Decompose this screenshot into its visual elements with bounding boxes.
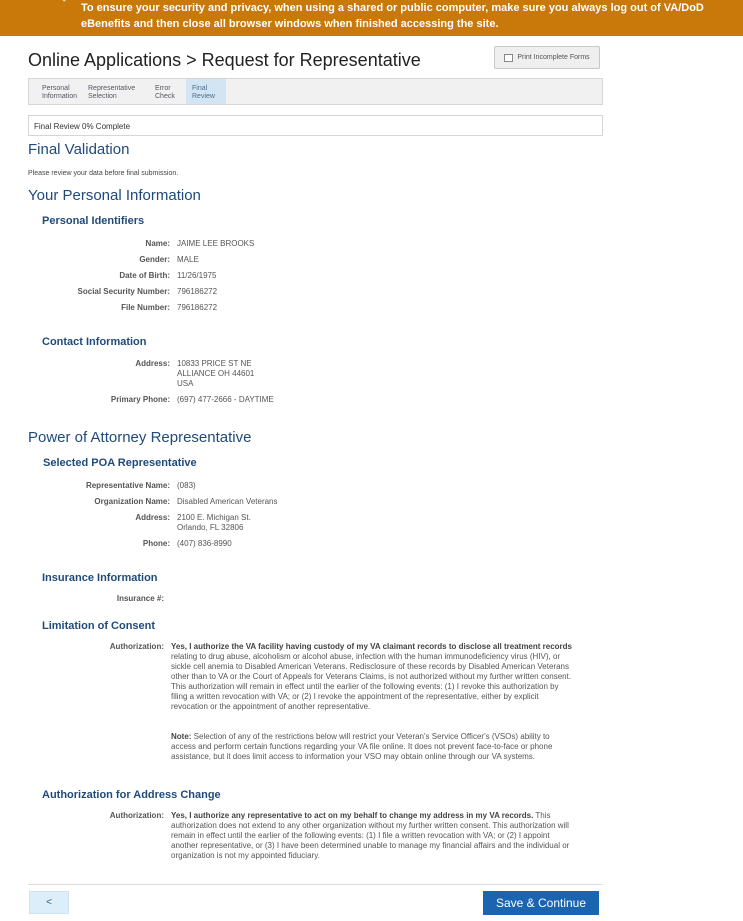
print-incomplete-forms-button[interactable]: Print Incomplete Forms (494, 46, 600, 69)
organization-name-value: Disabled American Veterans (177, 497, 278, 506)
footer-divider (28, 884, 603, 885)
organization-name-label: Organization Name: (94, 497, 170, 506)
warning-icon (62, 0, 66, 2)
contact-address-value: 10833 PRICE ST NE ALLIANCE OH 44601 USA (177, 359, 255, 388)
primary-phone-value: (697) 477-2666 - DAYTIME (177, 395, 274, 404)
file-number-label: File Number: (121, 303, 170, 312)
limitation-of-consent-heading: Limitation of Consent (42, 620, 156, 632)
poa-phone-value: (407) 836-8990 (177, 539, 232, 548)
dob-label: Date of Birth: (119, 271, 170, 280)
representative-name-value: (083) (177, 481, 196, 490)
consent-authorization-text: Yes, I authorize the VA facility having … (171, 642, 573, 712)
file-number-value: 796186272 (177, 303, 218, 312)
step-error-check[interactable]: Error Check (149, 79, 186, 104)
name-value: JAIME LEE BROOKS (177, 239, 255, 248)
contact-info-heading: Contact Information (42, 336, 147, 348)
note-text: Selection of any of the restrictions bel… (171, 732, 553, 761)
insurance-info-heading: Insurance Information (42, 572, 158, 584)
final-validation-heading: Final Validation (28, 141, 130, 158)
selected-poa-heading: Selected POA Representative (43, 457, 197, 469)
poa-heading: Power of Attorney Representative (28, 429, 252, 446)
note-label: Note: (171, 732, 192, 741)
poa-phone-label: Phone: (142, 539, 170, 548)
name-label: Name: (145, 239, 170, 248)
gender-label: Gender: (139, 255, 170, 264)
back-button[interactable]: < (29, 891, 69, 914)
dob-value: 11/26/1975 (177, 271, 217, 280)
address-change-heading: Authorization for Address Change (42, 789, 221, 801)
address-change-authorization-text: Yes, I authorize any representative to a… (171, 811, 573, 861)
print-button-label: Print Incomplete Forms (517, 54, 590, 61)
step-representative-selection[interactable]: Representative Selection (82, 79, 149, 104)
page-title: Online Applications > Request for Repres… (28, 50, 421, 70)
consent-note: Note: Selection of any of the restrictio… (171, 732, 573, 762)
security-banner: To ensure your security and privacy, whe… (0, 0, 743, 36)
step-tabs: Personal Information Representative Sele… (28, 78, 603, 105)
review-note: Please review your data before final sub… (28, 170, 179, 177)
primary-phone-label: Primary Phone: (110, 395, 170, 404)
poa-address-value: 2100 E. Michigan St. Orlando, FL 32806 (177, 513, 251, 532)
personal-identifiers-heading: Personal Identifiers (42, 215, 145, 227)
step-final-review[interactable]: Final Review (186, 79, 226, 104)
insurance-number-label: Insurance #: (116, 594, 164, 603)
consent-body-text: relating to drug abuse, alcoholism or al… (171, 652, 572, 711)
printer-icon (504, 53, 514, 62)
address-change-bold-text: Yes, I authorize any representative to a… (171, 811, 534, 820)
consent-authorization-label: Authorization: (109, 642, 164, 651)
save-and-continue-button[interactable]: Save & Continue (483, 891, 599, 915)
personal-info-heading: Your Personal Information (28, 187, 201, 204)
address-change-authorization-label: Authorization: (109, 811, 164, 820)
progress-status: Final Review 0% Complete (28, 115, 603, 136)
gender-value: MALE (177, 255, 199, 264)
representative-name-label: Representative Name: (85, 481, 170, 490)
banner-text: To ensure your security and privacy, whe… (81, 2, 704, 30)
consent-bold-text: Yes, I authorize the VA facility having … (171, 642, 573, 651)
ssn-label: Social Security Number: (77, 287, 170, 296)
contact-address-label: Address: (135, 359, 170, 368)
poa-address-label: Address: (135, 513, 170, 522)
ssn-value: 796186272 (177, 287, 218, 296)
step-personal-information[interactable]: Personal Information (29, 79, 82, 104)
